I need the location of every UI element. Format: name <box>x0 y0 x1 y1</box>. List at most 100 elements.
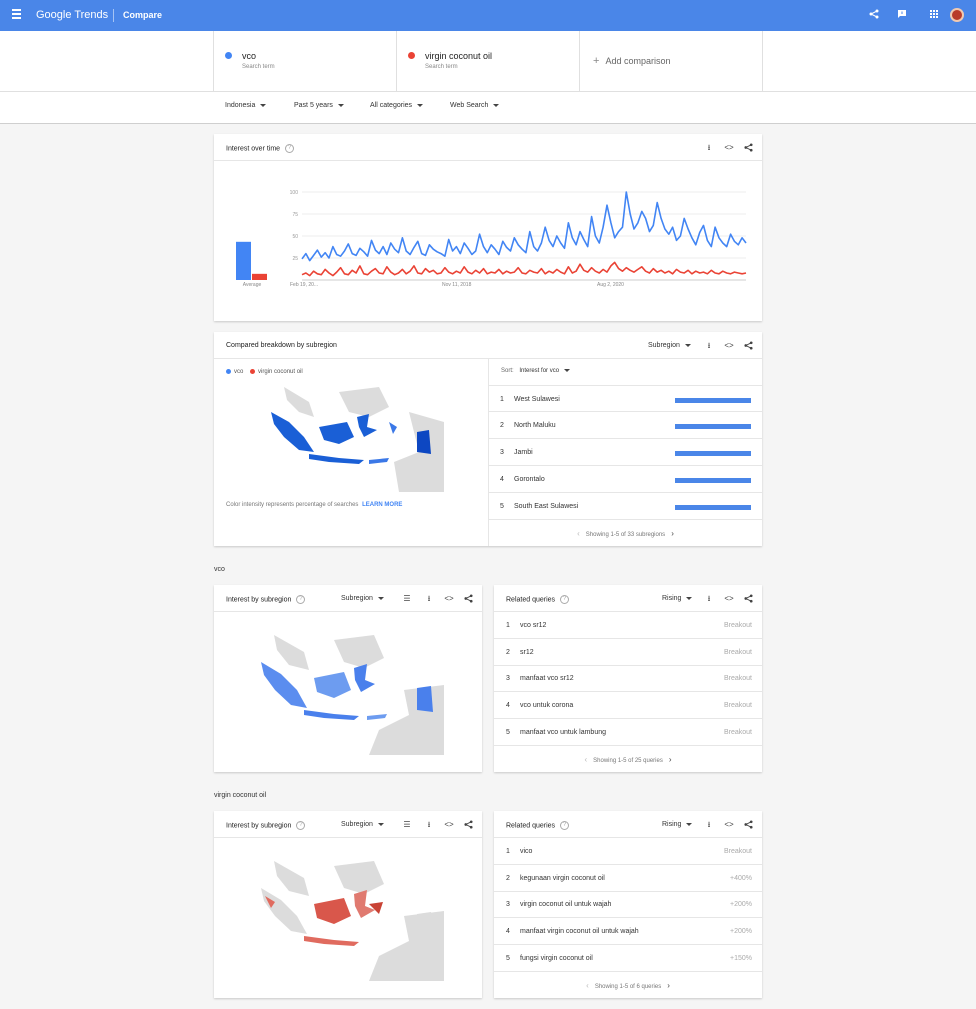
prev-page-icon[interactable]: ‹ <box>584 755 587 764</box>
interest-bar <box>675 505 751 510</box>
download-icon[interactable]: ⭳ <box>424 594 434 604</box>
share-icon[interactable] <box>463 820 473 830</box>
subregion-row[interactable]: 2 North Maluku <box>489 412 762 439</box>
query-value: +200% <box>730 901 752 908</box>
card-header: Related queries? Rising ⭳ <> <box>494 811 762 838</box>
avatar[interactable] <box>950 8 964 22</box>
card-header: Compared breakdown by subregion Subregio… <box>214 332 762 359</box>
subregion-row[interactable]: 5 South East Sulawesi <box>489 493 762 520</box>
prev-page-icon[interactable]: ‹ <box>586 981 589 990</box>
list-view-icon[interactable]: ☰ <box>402 820 412 830</box>
region-filter[interactable]: Indonesia <box>225 102 267 109</box>
term-chip-virgin-coconut-oil[interactable]: virgin coconut oil Search term <box>396 31 579 92</box>
share-icon[interactable] <box>743 341 753 351</box>
query-text: vco sr12 <box>520 622 547 629</box>
time-filter[interactable]: Past 5 years <box>294 102 344 109</box>
term-name: vco <box>242 51 257 61</box>
row-rank: 2 <box>500 422 504 429</box>
query-row[interactable]: 1 vico Breakout <box>494 838 762 865</box>
subregion-select[interactable]: Subregion <box>341 821 384 828</box>
category-filter[interactable]: All categories <box>370 102 424 109</box>
subregion-select[interactable]: Subregion <box>341 595 384 602</box>
card-title: Interest over time <box>226 145 281 153</box>
query-row[interactable]: 5 fungsi virgin coconut oil +150% <box>494 945 762 972</box>
menu-icon[interactable] <box>12 9 22 21</box>
help-icon[interactable]: ? <box>296 595 306 604</box>
caret-down-icon <box>686 596 693 600</box>
query-row[interactable]: 2 kegunaan virgin coconut oil +400% <box>494 865 762 892</box>
prev-page-icon[interactable]: ‹ <box>577 529 580 538</box>
select-value: Rising <box>662 821 682 828</box>
add-comparison-button[interactable]: + Add comparison <box>579 31 763 92</box>
feedback-icon[interactable] <box>896 9 908 21</box>
series-line-vco[interactable] <box>301 191 747 262</box>
share-icon[interactable] <box>743 143 753 153</box>
average-bar-virgin-coconut-oil[interactable] <box>252 273 267 280</box>
share-icon[interactable] <box>743 594 753 604</box>
y-tick: 75 <box>292 212 298 218</box>
embed-icon[interactable]: <> <box>724 820 734 830</box>
help-icon[interactable]: ? <box>296 821 306 830</box>
sort-select[interactable]: Sort: Interest for vco <box>501 368 571 374</box>
interest-over-time-chart: Average 100 75 50 25 Feb 19, 20... Nov 1… <box>236 190 747 288</box>
term-chip-vco[interactable]: vco Search term <box>213 31 396 92</box>
embed-icon[interactable]: <> <box>444 594 454 604</box>
row-rank: 1 <box>506 622 510 629</box>
download-icon[interactable]: ⭳ <box>704 820 714 830</box>
card-header: Interest over time? ⭳ <> <box>214 134 762 161</box>
legend-dot <box>226 369 231 374</box>
download-icon[interactable]: ⭳ <box>704 341 714 351</box>
query-row[interactable]: 1 vco sr12 Breakout <box>494 612 762 639</box>
embed-icon[interactable]: <> <box>724 143 734 153</box>
query-row[interactable]: 4 manfaat virgin coconut oil untuk wajah +… <box>494 918 762 945</box>
help-icon[interactable]: ? <box>560 595 570 604</box>
help-icon[interactable]: ? <box>560 821 570 830</box>
next-page-icon[interactable]: › <box>671 529 674 538</box>
query-row[interactable]: 4 vco untuk corona Breakout <box>494 692 762 719</box>
average-bar-vco[interactable] <box>236 241 251 280</box>
share-icon[interactable] <box>743 820 753 830</box>
property-filter[interactable]: Web Search <box>450 102 500 109</box>
query-row[interactable]: 2 sr12 Breakout <box>494 639 762 666</box>
share-icon[interactable] <box>463 594 473 604</box>
row-rank: 5 <box>506 955 510 962</box>
map-note: Color intensity represents percentage of… <box>226 502 402 508</box>
rising-select[interactable]: Rising <box>662 821 693 828</box>
download-icon[interactable]: ⭳ <box>704 143 714 153</box>
plus-icon: + <box>593 55 600 67</box>
list-view-icon[interactable]: ☰ <box>402 594 412 604</box>
caret-down-icon <box>564 368 571 372</box>
card-title: Interest by subregion <box>226 596 292 604</box>
query-value: +400% <box>730 875 752 882</box>
row-rank: 3 <box>506 901 510 908</box>
subregion-row[interactable]: 1 West Sulawesi <box>489 385 762 412</box>
subregion-row[interactable]: 3 Jambi <box>489 439 762 466</box>
series-line-virgin-coconut-oil[interactable] <box>301 261 747 277</box>
property-value: Web Search <box>450 102 489 109</box>
download-icon[interactable]: ⭳ <box>704 594 714 604</box>
average-label: Average <box>243 282 262 288</box>
query-text: virgin coconut oil untuk wajah <box>520 901 612 908</box>
query-row[interactable]: 3 virgin coconut oil untuk wajah +200% <box>494 891 762 918</box>
query-row[interactable]: 3 manfaat vco sr12 Breakout <box>494 665 762 692</box>
rising-select[interactable]: Rising <box>662 595 693 602</box>
apps-grid-icon[interactable] <box>928 9 940 21</box>
query-text: manfaat vco sr12 <box>520 675 574 682</box>
embed-icon[interactable]: <> <box>724 341 734 351</box>
download-icon[interactable]: ⭳ <box>424 820 434 830</box>
app-logo[interactable]: Google Trends <box>36 9 108 21</box>
query-row[interactable]: 5 manfaat vco untuk lambung Breakout <box>494 719 762 746</box>
learn-more-link[interactable]: LEARN MORE <box>362 502 402 508</box>
share-icon[interactable] <box>868 9 880 21</box>
next-page-icon[interactable]: › <box>667 981 670 990</box>
row-rank: 4 <box>506 928 510 935</box>
subregion-row[interactable]: 4 Gorontalo <box>489 466 762 493</box>
embed-icon[interactable]: <> <box>724 594 734 604</box>
help-icon[interactable]: ? <box>285 144 295 153</box>
embed-icon[interactable]: <> <box>444 820 454 830</box>
x-tick: Aug 2, 2020 <box>597 282 624 288</box>
page-title: Compare <box>123 10 163 20</box>
subregion-select[interactable]: Subregion <box>648 342 691 349</box>
card-title: Interest by subregion <box>226 822 292 830</box>
next-page-icon[interactable]: › <box>669 755 672 764</box>
